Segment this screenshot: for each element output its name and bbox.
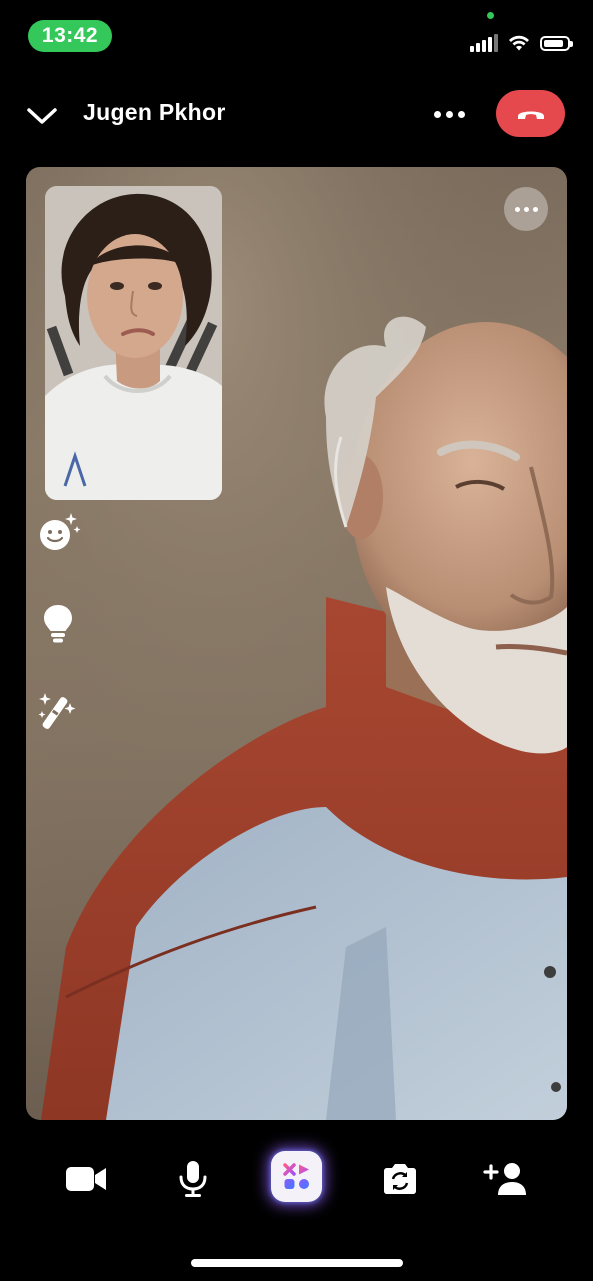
phone-hangup-icon	[517, 111, 544, 119]
chevron-down-icon	[27, 108, 57, 124]
local-participant-image	[45, 186, 222, 500]
lightbulb-icon	[44, 605, 72, 643]
face-sparkle-icon	[40, 513, 81, 550]
privacy-indicator-dot	[487, 12, 494, 19]
home-indicator[interactable]	[191, 1259, 403, 1267]
status-icons	[470, 32, 573, 54]
video-options-button[interactable]	[504, 187, 548, 231]
tips-button[interactable]	[34, 599, 82, 647]
signal-icon	[470, 34, 498, 52]
battery-fill	[544, 39, 563, 47]
camera-toggle-button[interactable]	[59, 1152, 113, 1206]
wifi-icon	[509, 35, 529, 51]
call-options-button[interactable]	[428, 99, 470, 129]
contact-name: Jugen Pkhor	[83, 99, 226, 125]
status-time: 13:42	[28, 20, 112, 52]
end-call-button[interactable]	[496, 90, 565, 137]
video-camera-icon	[66, 1167, 106, 1191]
microphone-toggle-button[interactable]	[166, 1152, 220, 1206]
effects-button[interactable]	[34, 508, 82, 556]
add-person-icon	[483, 1163, 526, 1195]
apps-grid-icon	[282, 1162, 309, 1189]
flip-camera-button[interactable]	[373, 1152, 427, 1206]
microphone-icon	[179, 1161, 207, 1197]
remote-video[interactable]	[26, 167, 567, 1120]
ellipsis-icon	[433, 110, 441, 118]
magic-tools-button[interactable]	[34, 687, 82, 735]
ellipsis-icon	[514, 206, 520, 212]
flip-camera-icon	[384, 1164, 416, 1194]
add-participant-button[interactable]	[479, 1152, 533, 1206]
magic-wand-icon	[38, 693, 76, 729]
battery-icon	[540, 35, 573, 51]
minimize-call-button[interactable]	[24, 98, 60, 134]
apps-button[interactable]	[271, 1151, 322, 1202]
self-view-video[interactable]	[45, 186, 222, 500]
